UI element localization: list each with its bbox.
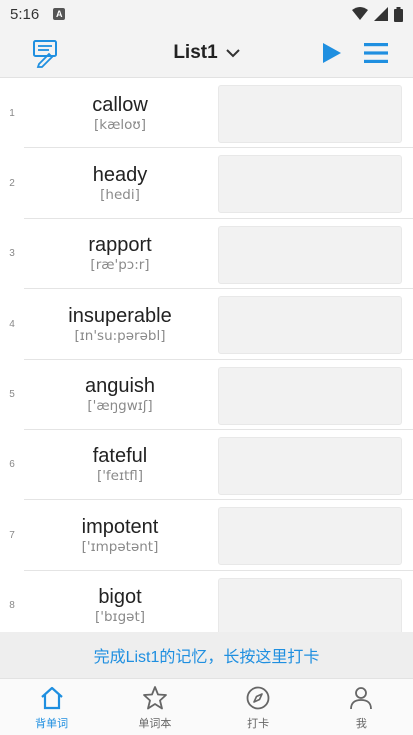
word-phonetic: [ræ'pɔ:r] bbox=[90, 257, 150, 274]
word-block: anguish ['æŋgwɪʃ] bbox=[24, 360, 216, 430]
word-text: callow bbox=[92, 93, 148, 116]
word-phonetic: ['bɪgət] bbox=[95, 609, 145, 626]
word-phonetic: [ɪn'su:pərəbl] bbox=[74, 327, 166, 344]
word-text: impotent bbox=[81, 515, 159, 538]
tab-label: 单词本 bbox=[138, 718, 172, 730]
row-number: 5 bbox=[9, 389, 15, 401]
meaning-card[interactable] bbox=[218, 507, 402, 566]
status-bar: 5:16 A bbox=[0, 0, 413, 28]
word-row[interactable]: 8 bigot ['bɪgət] bbox=[0, 571, 413, 632]
word-row[interactable]: 4 insuperable [ɪn'su:pərəbl] bbox=[0, 289, 413, 360]
word-block: heady [hedi] bbox=[24, 148, 216, 218]
word-text: insuperable bbox=[68, 304, 172, 327]
checkin-hint-text: 完成List1的记忆，长按这里打卡 bbox=[93, 649, 320, 666]
word-text: fateful bbox=[92, 445, 148, 468]
tab-label: 我 bbox=[355, 718, 367, 730]
row-number: 4 bbox=[9, 318, 15, 330]
word-block: bigot ['bɪgət] bbox=[24, 571, 216, 632]
meaning-card[interactable] bbox=[218, 225, 402, 284]
word-list[interactable]: 1 callow [kæloʊ] 2 heady [hedi] 3 rappor… bbox=[0, 78, 413, 632]
word-phonetic: ['feɪtfl] bbox=[96, 468, 144, 485]
row-number: 6 bbox=[9, 459, 15, 471]
word-block: rapport [ræ'pɔ:r] bbox=[24, 219, 216, 289]
row-number: 7 bbox=[9, 529, 15, 541]
word-block: callow [kæloʊ] bbox=[24, 78, 216, 148]
tab-checkin[interactable]: 打卡 bbox=[207, 679, 310, 735]
row-number: 1 bbox=[9, 107, 15, 119]
meaning-card[interactable] bbox=[218, 155, 402, 214]
star-icon bbox=[142, 686, 167, 710]
chevron-down-icon[interactable] bbox=[225, 48, 240, 58]
word-row[interactable]: 7 impotent ['ɪmpətənt] bbox=[0, 500, 413, 571]
battery-icon bbox=[394, 6, 403, 22]
menu-icon[interactable] bbox=[364, 42, 388, 64]
row-number: 8 bbox=[9, 600, 15, 612]
meaning-card[interactable] bbox=[218, 85, 402, 143]
play-icon[interactable] bbox=[320, 42, 342, 64]
word-block: insuperable [ɪn'su:pərəbl] bbox=[24, 289, 216, 359]
word-row[interactable]: 3 rapport [ræ'pɔ:r] bbox=[0, 219, 413, 290]
word-text: anguish bbox=[84, 375, 156, 398]
list-title[interactable]: List1 bbox=[173, 42, 217, 64]
signal-icon bbox=[374, 7, 388, 21]
word-row[interactable]: 6 fateful ['feɪtfl] bbox=[0, 430, 413, 501]
tab-me[interactable]: 我 bbox=[310, 679, 413, 735]
word-row[interactable]: 2 heady [hedi] bbox=[0, 148, 413, 219]
status-icons bbox=[352, 6, 403, 22]
word-text: heady bbox=[92, 163, 148, 186]
compass-icon bbox=[246, 686, 270, 710]
word-phonetic: [hedi] bbox=[100, 186, 140, 203]
meaning-card[interactable] bbox=[218, 366, 402, 425]
bottom-tab-bar: 背单词 单词本 打卡 我 bbox=[0, 678, 413, 735]
meaning-card[interactable] bbox=[218, 296, 402, 355]
checkin-hint-bar[interactable]: 完成List1的记忆，长按这里打卡 bbox=[0, 632, 413, 678]
app-header: List1 bbox=[0, 28, 413, 78]
tab-wordbook[interactable]: 单词本 bbox=[103, 679, 206, 735]
status-time: 5:16 bbox=[10, 5, 40, 23]
word-row[interactable]: 1 callow [kæloʊ] bbox=[0, 78, 413, 149]
tab-label: 打卡 bbox=[247, 718, 270, 730]
word-block: impotent ['ɪmpətənt] bbox=[24, 500, 216, 570]
word-text: rapport bbox=[88, 234, 152, 257]
row-number: 2 bbox=[9, 177, 15, 189]
title-wrap: List1 bbox=[0, 28, 413, 78]
word-phonetic: ['æŋgwɪʃ] bbox=[87, 398, 153, 415]
home-icon bbox=[40, 686, 63, 710]
meaning-card[interactable] bbox=[218, 577, 402, 632]
notes-icon[interactable] bbox=[30, 38, 60, 68]
word-block: fateful ['feɪtfl] bbox=[24, 430, 216, 500]
row-number: 3 bbox=[9, 248, 15, 260]
notification-a-icon: A bbox=[53, 8, 66, 20]
person-icon bbox=[350, 687, 373, 710]
meaning-card[interactable] bbox=[218, 436, 402, 495]
tab-label: 背单词 bbox=[35, 718, 69, 730]
word-text: bigot bbox=[98, 586, 142, 609]
word-phonetic: [kæloʊ] bbox=[94, 116, 146, 133]
tab-memorize[interactable]: 背单词 bbox=[0, 679, 103, 735]
wifi-icon bbox=[352, 7, 368, 20]
word-phonetic: ['ɪmpətənt] bbox=[81, 538, 159, 555]
word-row[interactable]: 5 anguish ['æŋgwɪʃ] bbox=[0, 360, 413, 430]
